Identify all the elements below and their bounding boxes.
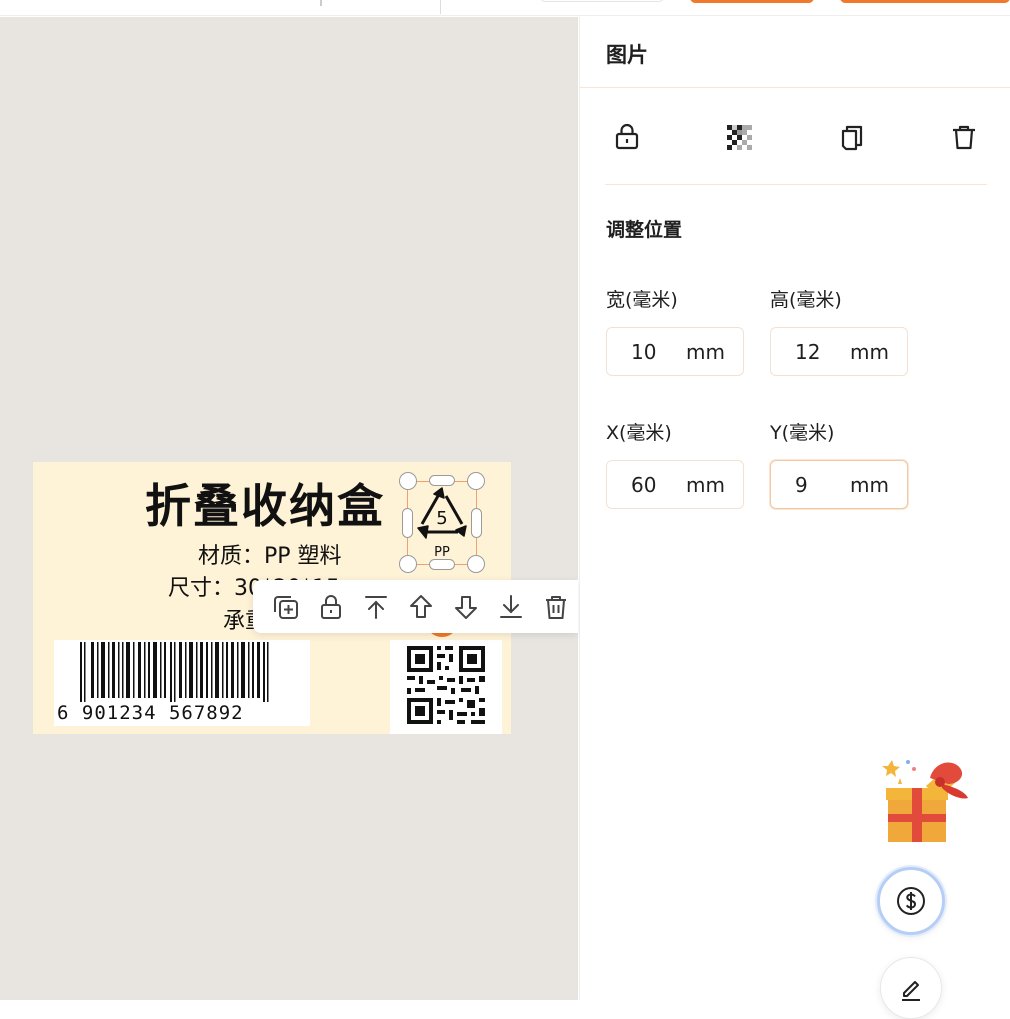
- label-title[interactable]: 折叠收纳盒: [145, 470, 385, 536]
- bring-to-front-icon: [364, 595, 387, 619]
- qr-code-graphic: [407, 646, 485, 724]
- design-canvas[interactable]: 折叠收纳盒 材质：PP 塑料 尺寸：30*20*15 承重：: [0, 17, 578, 1000]
- edit-button[interactable]: [880, 957, 942, 1019]
- duplicate-button[interactable]: [263, 584, 308, 630]
- x-field[interactable]: 60 mm: [606, 460, 744, 509]
- pricing-button[interactable]: [877, 867, 945, 935]
- barcode-bars: [80, 642, 269, 702]
- properties-panel: 图片 调整位置 宽(毫米) 高(毫米) 10 mm 12 mm X(毫米) Y(…: [579, 17, 1010, 1000]
- move-up-icon: [409, 594, 432, 618]
- width-value[interactable]: 10: [631, 340, 656, 364]
- top-primary-button[interactable]: [840, 0, 1010, 3]
- lock-icon: [615, 123, 639, 150]
- height-value[interactable]: 12: [795, 340, 820, 364]
- width-field[interactable]: 10 mm: [606, 327, 744, 376]
- move-up-button[interactable]: [398, 584, 443, 630]
- copy-icon: [841, 125, 863, 151]
- gift-icon[interactable]: [878, 756, 974, 846]
- label-material-text[interactable]: 材质：PP 塑料: [198, 538, 342, 570]
- send-to-back-icon: [499, 594, 522, 618]
- lock-button[interactable]: [605, 115, 649, 159]
- height-unit: mm: [850, 340, 889, 364]
- x-label: X(毫米): [606, 422, 672, 444]
- selection-frame: [407, 481, 477, 565]
- top-bar: [0, 0, 1010, 16]
- x-unit: mm: [686, 473, 725, 497]
- transparency-button[interactable]: [717, 115, 761, 159]
- copy-button[interactable]: [830, 115, 874, 159]
- height-field[interactable]: 12 mm: [770, 327, 908, 376]
- resize-handle-right[interactable]: [471, 508, 482, 538]
- move-down-button[interactable]: [443, 584, 488, 630]
- duplicate-icon: [273, 595, 298, 619]
- y-value[interactable]: 9: [795, 473, 808, 497]
- x-value[interactable]: 60: [631, 473, 656, 497]
- resize-handle-top-right[interactable]: [467, 472, 485, 490]
- resize-handle-left[interactable]: [402, 508, 413, 538]
- pencil-icon: [902, 981, 920, 1001]
- width-label: 宽(毫米): [606, 289, 678, 311]
- trash-icon: [545, 595, 566, 619]
- lock-icon: [320, 594, 341, 619]
- y-field[interactable]: 9 mm: [770, 460, 908, 509]
- width-unit: mm: [686, 340, 725, 364]
- top-separator: [440, 0, 441, 14]
- divider: [580, 87, 1010, 88]
- resize-handle-top[interactable]: [429, 475, 455, 486]
- top-secondary-button[interactable]: [540, 0, 664, 2]
- delete-button[interactable]: [942, 115, 986, 159]
- barcode[interactable]: 6 901234 567892: [54, 640, 310, 726]
- transparency-icon: [727, 125, 752, 150]
- section-title: 调整位置: [606, 219, 683, 241]
- resize-handle-bottom-right[interactable]: [467, 555, 485, 573]
- element-toolbar: [253, 580, 578, 633]
- lock-button[interactable]: [308, 584, 353, 630]
- y-label: Y(毫米): [770, 422, 835, 444]
- panel-title: 图片: [606, 43, 648, 67]
- resize-handle-top-left[interactable]: [399, 472, 417, 490]
- move-down-icon: [454, 595, 477, 619]
- dollar-icon: [897, 887, 925, 915]
- top-separator: [320, 0, 322, 6]
- barcode-digits: 6 901234 567892: [57, 702, 244, 724]
- resize-handle-bottom-left[interactable]: [399, 555, 417, 573]
- y-unit: mm: [850, 473, 889, 497]
- height-label: 高(毫米): [770, 289, 842, 311]
- qr-code[interactable]: [390, 640, 502, 734]
- delete-button[interactable]: [533, 584, 578, 630]
- resize-handle-bottom[interactable]: [429, 559, 455, 570]
- top-primary-button[interactable]: [690, 0, 814, 3]
- divider: [605, 184, 987, 185]
- send-to-back-button[interactable]: [488, 584, 533, 630]
- trash-icon: [953, 125, 975, 150]
- bring-to-front-button[interactable]: [353, 584, 398, 630]
- panel-actions: [580, 115, 1010, 159]
